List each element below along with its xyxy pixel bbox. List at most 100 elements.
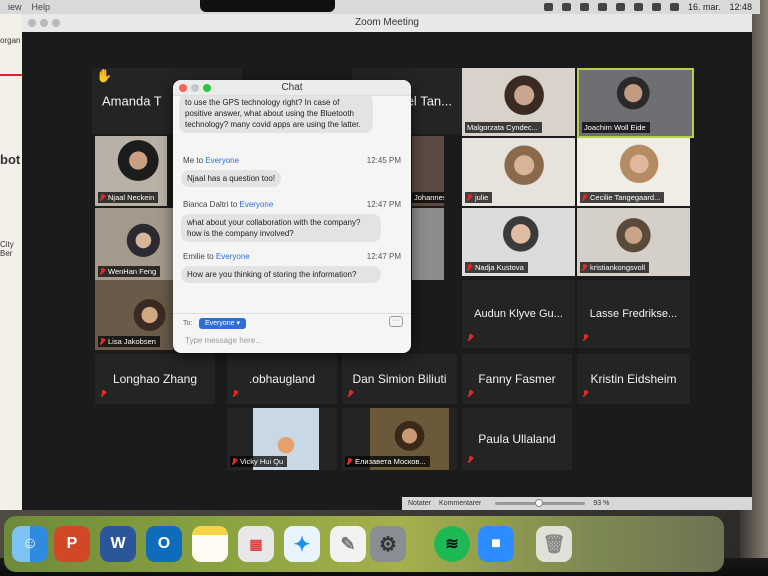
system-preferences-icon[interactable]: ⚙ <box>370 526 406 562</box>
spotify-icon[interactable]: ≋ <box>434 526 470 562</box>
muted-mic-icon <box>100 267 105 276</box>
participant-tile[interactable]: Nadja Kustova <box>462 208 575 276</box>
muted-mic-icon <box>582 263 587 272</box>
search-icon[interactable] <box>651 3 661 11</box>
participant-tile[interactable]: Dan Simion Biliuti <box>342 354 457 404</box>
participant-name: Fanny Fasmer <box>478 372 556 386</box>
minimize-chat-button[interactable] <box>191 84 199 92</box>
wifi-icon[interactable] <box>633 3 643 11</box>
participant-tile[interactable]: Johannes <box>412 136 444 206</box>
participant-tile[interactable] <box>412 208 444 280</box>
comments-button[interactable]: Kommentarer <box>439 500 481 507</box>
chat-message: what about your collaboration with the c… <box>181 214 381 242</box>
close-chat-button[interactable] <box>179 84 187 92</box>
script-editor-icon[interactable]: ✎ <box>330 526 366 562</box>
participant-name: Dan Simion Biliuti <box>352 372 447 386</box>
chat-message: Njaal has a question too! <box>181 170 282 187</box>
bluetooth-icon[interactable] <box>597 3 607 11</box>
participant-tile[interactable]: WenHan Feng <box>95 208 173 280</box>
control-center-icon[interactable] <box>669 3 679 11</box>
recipient-dropdown[interactable]: Everyone ▾ <box>199 318 247 329</box>
participant-name-label: Joachim Woll Eide <box>582 122 650 133</box>
status-icon[interactable] <box>543 3 553 11</box>
participant-name: Audun Klyve Gu... <box>474 308 563 320</box>
finder-icon[interactable]: ☺ <box>12 526 48 562</box>
muted-mic-icon <box>347 457 352 466</box>
to-label: To: <box>183 320 193 327</box>
slack-icon[interactable] <box>561 3 571 11</box>
participant-name: Lasse Fredrikse... <box>589 308 678 320</box>
participant-tile[interactable]: Paula Ullaland <box>462 408 572 470</box>
participant-name: .obhaugland <box>248 372 316 386</box>
participant-name-label: Nadja Kustova <box>465 262 528 273</box>
background-app-divider <box>0 74 22 76</box>
background-app-window: organ bot City Ber <box>0 14 22 510</box>
zoom-percent: 93 % <box>593 500 610 507</box>
camera-notch <box>200 0 335 12</box>
participant-name-label: Vicky Hui Qu <box>230 456 288 467</box>
participant-name-label: WenHan Feng <box>98 266 161 277</box>
dock: ☺ P W O ▦ ✦ ✎ ⚙ ≋ ■ 🗑 <box>4 516 724 572</box>
menu-item-view[interactable]: iew <box>8 2 22 12</box>
maximize-chat-button[interactable] <box>203 84 211 92</box>
participant-tile[interactable]: Njaal Neckein <box>95 136 167 206</box>
launchpad-icon[interactable]: ▦ <box>238 526 274 562</box>
participant-tile[interactable]: Audun Klyve Gu... <box>462 280 575 348</box>
media-icon[interactable] <box>579 3 589 11</box>
participant-tile[interactable]: Fanny Fasmer <box>462 354 572 404</box>
participant-tile[interactable]: Елизавета Москов... <box>342 408 457 470</box>
zoom-slider[interactable] <box>495 499 586 507</box>
participant-name-label: Cecilie Tangegaard... <box>580 192 665 203</box>
chat-composer: To: Everyone ▾ ··· Type message here... <box>173 313 411 353</box>
chat-message: to use the GPS technology right? In case… <box>179 96 373 133</box>
muted-mic-icon <box>468 390 473 398</box>
muted-mic-icon <box>467 193 472 202</box>
participant-tile-active-speaker[interactable]: Joachim Woll Eide <box>577 68 694 138</box>
chat-message-input[interactable]: Type message here... <box>185 336 262 345</box>
muted-mic-icon <box>467 263 472 272</box>
zoom-slider-knob[interactable] <box>535 499 544 507</box>
participant-name: Longhao Zhang <box>112 372 198 386</box>
participant-name-label: Malgorzata Cyndec... <box>465 122 542 133</box>
participant-tile[interactable]: Lasse Fredrikse... <box>577 280 690 348</box>
background-app-heading: bot <box>0 152 21 167</box>
zoom-window-button[interactable] <box>52 19 60 27</box>
menubar-time[interactable]: 12:48 <box>729 2 752 12</box>
participant-name-label: Johannes <box>412 192 444 203</box>
participant-name: Kristin Eidsheim <box>590 372 677 386</box>
menubar-date[interactable]: 16. mar. <box>688 2 721 12</box>
powerpoint-icon[interactable]: P <box>54 526 90 562</box>
menu-item-help[interactable]: Help <box>32 2 51 12</box>
chat-message-meta: Bianca Daltri to Everyone 12:47 PM <box>183 200 401 209</box>
chat-message-meta: Me to Everyone 12:45 PM <box>183 156 401 165</box>
trash-icon[interactable]: 🗑 <box>536 526 572 562</box>
muted-mic-icon <box>468 456 473 464</box>
outlook-icon[interactable]: O <box>146 526 182 562</box>
more-options-button[interactable]: ··· <box>389 316 403 327</box>
chat-messages: to use the GPS technology right? In case… <box>173 96 411 316</box>
participant-tile[interactable]: kristiankongsvoll <box>577 208 690 276</box>
muted-mic-icon <box>233 390 238 398</box>
participant-tile[interactable]: Malgorzata Cyndec... <box>462 68 575 136</box>
safari-icon[interactable]: ✦ <box>284 526 320 562</box>
participant-tile[interactable]: Kristin Eidsheim <box>577 354 690 404</box>
participant-tile[interactable]: Lisa Jakobsen <box>95 280 173 350</box>
muted-mic-icon <box>232 457 237 466</box>
participant-tile[interactable]: Cecilie Tangegaard... <box>577 138 690 206</box>
zoom-icon[interactable]: ■ <box>478 526 514 562</box>
background-app-text: organ <box>0 36 21 45</box>
chat-timestamp: 12:45 PM <box>366 156 401 165</box>
minimize-window-button[interactable] <box>40 19 48 27</box>
participant-tile[interactable]: Longhao Zhang <box>95 354 215 404</box>
battery-icon[interactable] <box>615 3 625 11</box>
participant-tile[interactable]: julie <box>462 138 575 206</box>
notes-button[interactable]: Notater <box>408 500 431 507</box>
word-icon[interactable]: W <box>100 526 136 562</box>
muted-mic-icon <box>583 334 588 342</box>
participant-tile[interactable]: Vicky Hui Qu <box>227 408 337 470</box>
notes-icon[interactable] <box>192 526 228 562</box>
participant-tile[interactable]: .obhaugland <box>227 354 337 404</box>
muted-mic-icon <box>468 334 473 342</box>
close-window-button[interactable] <box>28 19 36 27</box>
chat-timestamp: 12:47 PM <box>366 200 401 209</box>
